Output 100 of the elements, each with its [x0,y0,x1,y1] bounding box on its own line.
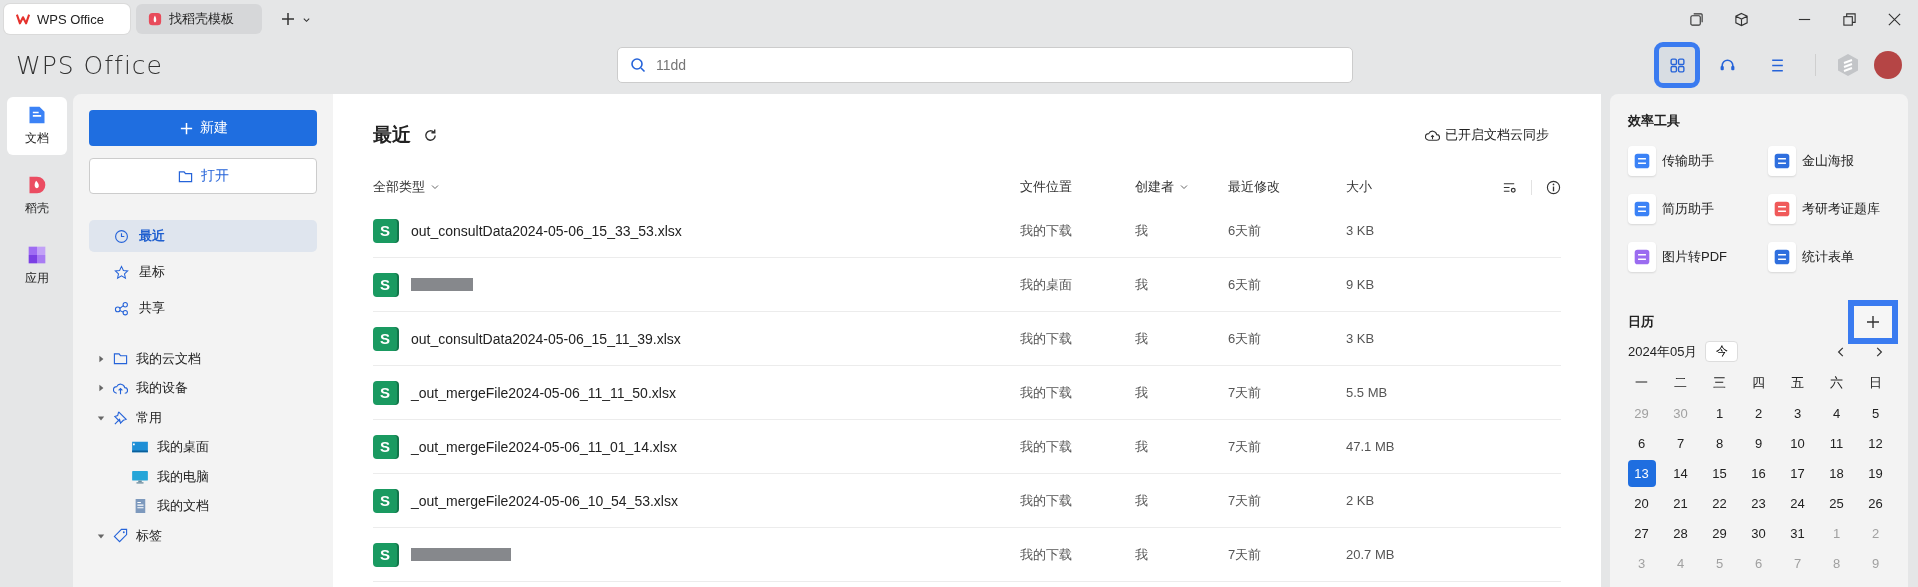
tree-item[interactable]: 我的文档 [89,491,317,521]
calendar-day[interactable]: 7 [1661,428,1700,458]
table-cell-text: 20.7 MB [1346,547,1396,562]
tab[interactable]: 找稻壳模板 [136,4,262,34]
column-header[interactable]: 大小 [1346,178,1466,196]
tab[interactable]: WPS Office [4,4,130,34]
open-button[interactable]: 打开 [89,158,317,194]
weekday-label: 五 [1790,374,1805,392]
new-button[interactable]: 新建 [89,110,317,146]
calendar-day[interactable]: 23 [1739,488,1778,518]
file-name[interactable]: _out_mergeFile2024-05-06_10_54_53.xlsx [411,492,678,509]
collapsed-triangle-icon[interactable] [97,384,105,393]
calendar-day[interactable]: 6 [1622,428,1661,458]
expanded-triangle-icon[interactable] [97,413,105,422]
file-name[interactable]: out_consultData2024-05-06_15_11_39.xlsx [411,330,681,347]
nav-item[interactable]: 共享 [89,292,317,324]
apps-grid-icon [26,245,47,265]
section-title: 日历 [1628,313,1654,331]
tool-item[interactable]: 图片转PDF [1628,242,1768,272]
page-title: 最近 [373,123,411,147]
tool-item[interactable]: 简历助手 [1628,194,1768,224]
restore-icon[interactable] [1842,11,1857,27]
calendar-day[interactable]: 18 [1817,458,1856,488]
calendar-day[interactable]: 19 [1856,458,1895,488]
nav-item[interactable]: 最近 [89,220,317,252]
calendar-day[interactable]: 20 [1622,488,1661,518]
expanded-triangle-icon[interactable] [97,531,105,540]
calendar-day[interactable]: 26 [1856,488,1895,518]
calendar-day[interactable]: 24 [1778,488,1817,518]
window-copy-icon[interactable] [1689,11,1704,27]
calendar-day[interactable]: 13 [1627,459,1656,487]
calendar-day[interactable]: 31 [1778,518,1817,548]
table-cell-text: 6天前 [1228,275,1263,294]
tool-item[interactable]: 统计表单 [1768,242,1894,272]
file-name[interactable]: _out_mergeFile2024-05-06_11_01_14.xlsx [411,438,677,455]
clock-icon [114,228,129,244]
calendar-day[interactable]: 16 [1739,458,1778,488]
calendar-day[interactable]: 17 [1778,458,1817,488]
calendar-day[interactable]: 27 [1622,518,1661,548]
calendar-day[interactable]: 30 [1739,518,1778,548]
calendar-day[interactable]: 8 [1700,428,1739,458]
today-button[interactable]: 今 [1705,341,1739,362]
tree-item[interactable]: 我的设备 [89,373,317,403]
nav-item[interactable]: 星标 [89,256,317,288]
calendar-day[interactable]: 21 [1661,488,1700,518]
file-name[interactable]: out_consultData2024-05-06_15_33_53.xlsx [411,222,682,239]
calendar-day[interactable]: 29 [1700,518,1739,548]
table-cell-text: 我 [1135,437,1149,456]
calendar-day[interactable]: 25 [1817,488,1856,518]
app-logo: WPS Office [16,50,164,80]
table-cell-text: 47.1 MB [1346,439,1396,454]
calendar-day[interactable]: 4 [1817,398,1856,428]
plus-icon[interactable] [280,11,296,27]
table-cell-text: 我 [1135,491,1149,510]
spreadsheet-file-icon: S [373,272,397,297]
refresh-icon[interactable] [423,127,438,143]
rail-item[interactable]: 文档 [6,97,67,155]
cloud-sync-button[interactable]: 已开启文档云同步 [1419,125,1555,145]
file-name[interactable]: _out_mergeFile2024-05-06_11_11_50.xlsx [411,384,676,401]
chevron-down-icon [430,182,440,192]
table-cell-text: 我的下载 [1020,437,1073,456]
calendar-day[interactable]: 11 [1817,428,1856,458]
calendar-day[interactable]: 10 [1778,428,1817,458]
column-header[interactable]: 最近修改 [1228,178,1346,196]
calendar-day[interactable]: 3 [1778,398,1817,428]
calendar-day[interactable]: 15 [1700,458,1739,488]
weekday-label: 日 [1868,374,1883,392]
calendar-day[interactable]: 22 [1700,488,1739,518]
tool-item[interactable]: 考研考证题库 [1768,194,1894,224]
calendar-day[interactable]: 12 [1856,428,1895,458]
calendar-day[interactable]: 14 [1661,458,1700,488]
cube-icon[interactable] [1734,11,1749,27]
folder-icon [177,168,193,184]
calendar-day[interactable]: 28 [1661,518,1700,548]
column-header[interactable]: 文件位置 [1020,178,1135,196]
tree-item[interactable]: 标签 [89,521,317,551]
calendar-day[interactable]: 9 [1739,428,1778,458]
column-header[interactable]: 全部类型 [373,178,1020,196]
collapsed-triangle-icon[interactable] [97,354,105,363]
table-cell-text: 我 [1135,383,1149,402]
tree-item[interactable]: 我的电脑 [89,462,317,492]
month-label: 2024年05月 [1628,342,1698,361]
info-icon[interactable] [1546,179,1561,195]
rail-item[interactable]: 稻壳 [6,167,67,225]
table-cell-text: 7天前 [1228,491,1263,510]
tree-item[interactable]: 我的桌面 [89,432,317,462]
table-cell-text: 6天前 [1228,329,1263,348]
rail-item[interactable]: 应用 [6,237,67,295]
calendar-day[interactable]: 2 [1739,398,1778,428]
calendar-day[interactable]: 1 [1700,398,1739,428]
close-icon[interactable] [1887,11,1902,27]
tool-item[interactable]: 金山海报 [1768,146,1894,176]
tree-item[interactable]: 常用 [89,403,317,433]
wps-logo-icon [16,12,30,26]
column-header[interactable]: 创建者 [1135,178,1228,196]
calendar-day[interactable]: 5 [1856,398,1895,428]
tool-item[interactable]: 传输助手 [1628,146,1768,176]
search-field[interactable]: 11dd [617,47,1353,83]
tree-item[interactable]: 我的云文档 [89,344,317,374]
avatar[interactable] [1874,51,1902,79]
